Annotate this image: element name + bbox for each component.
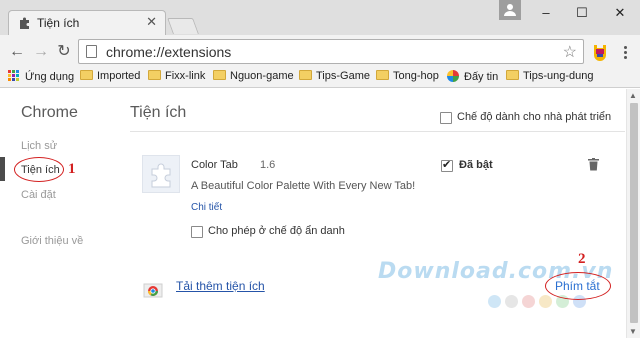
folder-icon — [506, 70, 519, 80]
bookmark-tips-game[interactable]: Tips-Game — [299, 70, 370, 86]
folder-icon — [80, 70, 93, 80]
bookmark-label: Imported — [97, 70, 141, 82]
tab-title: Tiện ích — [37, 16, 80, 30]
bookmark-imported[interactable]: Imported — [80, 70, 140, 86]
address-bar[interactable]: chrome://extensions ☆ — [78, 39, 584, 64]
enabled-checkbox[interactable] — [441, 158, 453, 172]
highlight-oval-extensions — [14, 157, 64, 182]
extension-name: Color Tab — [191, 159, 238, 171]
bookmark-label: Tong-hop — [393, 70, 439, 82]
chrome-web-store-icon — [143, 283, 163, 298]
close-window-button[interactable]: ✕ — [602, 0, 638, 26]
header-divider — [130, 131, 625, 132]
incognito-checkbox[interactable] — [191, 226, 203, 238]
bookmark-nguon-game[interactable]: Nguon-game — [213, 70, 294, 86]
maximize-button[interactable]: ☐ — [564, 0, 600, 26]
incognito-label: Cho phép ở chế độ ẩn danh — [208, 225, 345, 237]
folder-icon — [376, 70, 389, 80]
title-bar: Tiện ích ✕ – ☐ ✕ — [0, 0, 640, 35]
tab-close-icon[interactable]: ✕ — [146, 14, 157, 30]
new-tab-button[interactable] — [167, 18, 199, 34]
bookmarks-bar: Ứng dụng Imported Fixx-link Nguon-game T… — [0, 68, 640, 88]
sidebar-brand: Chrome — [21, 104, 78, 121]
extension-version: 1.6 — [260, 159, 276, 171]
bookmark-label: Ứng dụng — [25, 71, 75, 83]
sidebar-item-history[interactable]: Lịch sử — [21, 140, 57, 152]
scroll-up-arrow-icon[interactable]: ▲ — [629, 91, 637, 100]
sidebar-selection-indicator — [0, 157, 5, 181]
dev-mode-checkbox[interactable] — [440, 112, 452, 124]
bookmark-label: Đấy tin — [464, 71, 499, 83]
profile-button[interactable] — [499, 0, 521, 20]
sidebar-item-about[interactable]: Giới thiệu về — [21, 235, 83, 247]
site-favicon — [447, 70, 459, 82]
page-scrollbar[interactable]: ▲ ▼ — [626, 89, 640, 338]
folder-icon — [148, 70, 161, 80]
bookmark-star-icon[interactable]: ☆ — [563, 42, 577, 62]
step-number-2: 2 — [578, 251, 586, 267]
apps-icon — [8, 70, 20, 82]
puzzle-icon — [20, 17, 29, 29]
details-link[interactable]: Chi tiết — [191, 202, 222, 213]
enabled-label: Đã bật — [459, 159, 493, 171]
extension-puzzle-icon — [142, 155, 180, 193]
bookmark-fixx-link[interactable]: Fixx-link — [148, 70, 205, 86]
extension-description: A Beautiful Color Palette With Every New… — [191, 180, 416, 192]
minimize-button[interactable]: – — [528, 0, 564, 26]
scroll-down-arrow-icon[interactable]: ▼ — [629, 327, 637, 336]
page-icon — [86, 45, 97, 58]
dev-mode-label: Chế độ dành cho nhà phát triển — [457, 111, 612, 123]
bookmark-tips-ung-dung[interactable]: Tips-ung-dung — [506, 70, 594, 86]
forward-button[interactable]: → — [32, 43, 50, 61]
bookmark-tong-hop[interactable]: Tong-hop — [376, 70, 439, 86]
user-icon — [504, 4, 516, 16]
scroll-thumb[interactable] — [630, 103, 638, 323]
highlight-oval-shortcuts — [545, 272, 611, 300]
bookmark-apps[interactable]: Ứng dụng — [8, 70, 74, 86]
folder-icon — [299, 70, 312, 80]
bookmark-label: Tips-ung-dung — [523, 70, 594, 82]
reload-button[interactable]: ↻ — [55, 43, 73, 61]
trash-icon[interactable] — [588, 158, 599, 171]
page-title: Tiện ích — [130, 104, 187, 121]
extension-toolbar-icon[interactable] — [590, 42, 610, 62]
folder-icon — [213, 70, 226, 80]
get-more-extensions-link[interactable]: Tải thêm tiện ích — [176, 279, 265, 293]
tab-extensions[interactable]: Tiện ích ✕ — [8, 10, 166, 35]
menu-icon[interactable] — [617, 44, 633, 60]
url-text[interactable]: chrome://extensions — [106, 44, 231, 60]
sidebar-item-settings[interactable]: Cài đặt — [21, 189, 56, 201]
bookmark-label: Fixx-link — [165, 70, 206, 82]
bookmark-day-tin[interactable]: Đấy tin — [447, 70, 498, 86]
bookmark-label: Tips-Game — [316, 70, 370, 82]
toolbar: ← → ↻ chrome://extensions ☆ — [0, 35, 640, 68]
extensions-page: Chrome Lịch sử Tiện ích Cài đặt Giới thi… — [0, 89, 640, 338]
bookmark-label: Nguon-game — [230, 70, 294, 82]
step-number-1: 1 — [68, 161, 76, 177]
back-button[interactable]: ← — [8, 43, 26, 61]
